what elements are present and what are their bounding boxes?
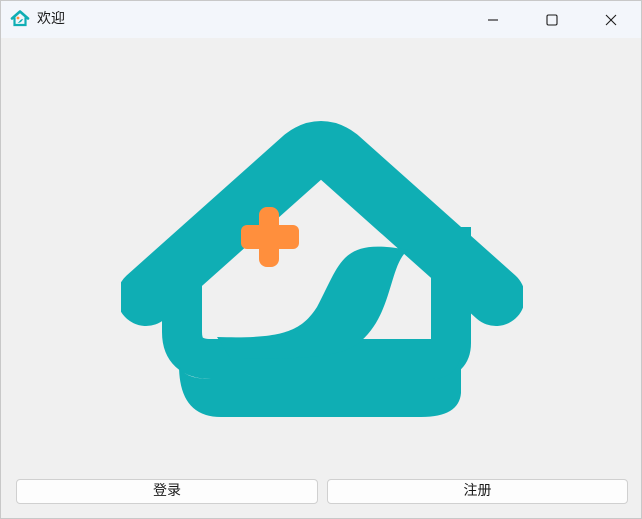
minimize-icon <box>487 14 499 26</box>
maximize-icon <box>546 13 558 26</box>
close-icon <box>605 14 617 26</box>
close-button[interactable] <box>582 1 640 38</box>
login-button[interactable]: 登录 <box>16 479 318 504</box>
minimize-button[interactable] <box>464 1 522 38</box>
house-leaf-icon <box>10 9 30 29</box>
register-button[interactable]: 注册 <box>327 479 628 504</box>
maximize-button[interactable] <box>523 1 581 38</box>
title-bar[interactable]: 欢迎 <box>1 1 641 38</box>
window-title: 欢迎 <box>37 11 65 27</box>
welcome-window: 欢迎 登录 注册 <box>0 0 642 519</box>
house-medical-leaf-logo <box>117 87 525 421</box>
